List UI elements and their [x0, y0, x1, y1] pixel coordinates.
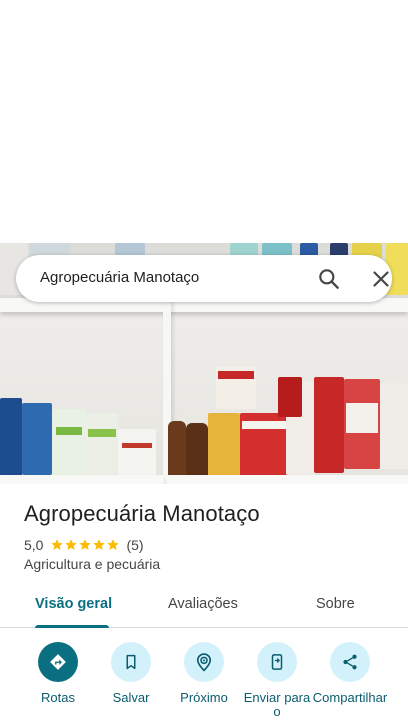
nearby-icon: [196, 653, 212, 672]
star-icon: [107, 539, 120, 550]
directions-circle[interactable]: [38, 642, 78, 682]
nearby-button[interactable]: Próximo: [166, 640, 242, 705]
action-buttons: Rotas Salvar Próximo Enviar para o Compa…: [0, 640, 408, 726]
rating-row[interactable]: 5,0 (5): [24, 536, 144, 554]
send-to-phone-label: Enviar para o: [243, 690, 311, 719]
share-label: Compartilhar: [312, 690, 388, 705]
share-icon: [343, 654, 357, 670]
star-icon: [65, 539, 78, 550]
place-title: Agropecuária Manotaço: [24, 501, 260, 526]
star-icon: [93, 539, 106, 550]
photo-product: [22, 403, 52, 475]
photo-product: [278, 377, 302, 417]
directions-button[interactable]: Rotas: [20, 640, 96, 705]
photo-label: [218, 371, 254, 379]
photo-shelf-board: [0, 475, 164, 484]
photo-product: [0, 398, 22, 476]
tab-about[interactable]: Sobre: [316, 596, 355, 612]
tab-bar: Visão geral Avaliações Sobre: [0, 585, 408, 628]
photo-label: [242, 421, 286, 429]
bookmark-icon: [126, 654, 136, 670]
share-circle[interactable]: [330, 642, 370, 682]
tab-active-indicator: [35, 625, 109, 628]
star-icon: [79, 539, 92, 550]
save-button[interactable]: Salvar: [93, 640, 169, 705]
save-circle[interactable]: [111, 642, 151, 682]
directions-label: Rotas: [41, 690, 75, 705]
photo-label: [122, 443, 152, 448]
photo-label: [56, 427, 82, 435]
rating-stars: [50, 538, 120, 552]
photo-label: [88, 429, 116, 437]
photo-product: [186, 423, 208, 479]
send-to-phone-circle[interactable]: [257, 642, 297, 682]
close-icon[interactable]: [368, 266, 394, 292]
photo-product: [168, 421, 186, 479]
photo-product: [52, 409, 86, 475]
nearby-circle[interactable]: [184, 642, 224, 682]
photo-product: [380, 383, 408, 469]
photo-product: [208, 413, 240, 479]
star-icon: [51, 539, 64, 550]
search-query[interactable]: Agropecuária Manotaço: [40, 269, 199, 286]
photo-product: [314, 377, 344, 473]
tab-reviews[interactable]: Avaliações: [168, 596, 238, 612]
send-to-phone-button[interactable]: Enviar para o: [239, 640, 315, 719]
tab-overview[interactable]: Visão geral: [35, 596, 112, 612]
review-count[interactable]: (5): [126, 537, 143, 553]
place-category: Agricultura e pecuária: [24, 556, 161, 572]
directions-icon: [50, 654, 66, 670]
save-label: Salvar: [112, 690, 150, 705]
photo-product: [118, 429, 156, 475]
nearby-label: Próximo: [180, 690, 228, 705]
photo-product: [86, 413, 118, 475]
photo-shelf-board: [160, 475, 408, 484]
search-icon[interactable]: [316, 266, 342, 292]
blank-map-area: [0, 0, 408, 243]
search-bar[interactable]: Agropecuária Manotaço: [16, 255, 392, 302]
rating-value: 5,0: [24, 537, 44, 553]
send-to-phone-icon: [271, 654, 283, 670]
share-button[interactable]: Compartilhar: [312, 640, 388, 705]
photo-label: [346, 403, 378, 433]
